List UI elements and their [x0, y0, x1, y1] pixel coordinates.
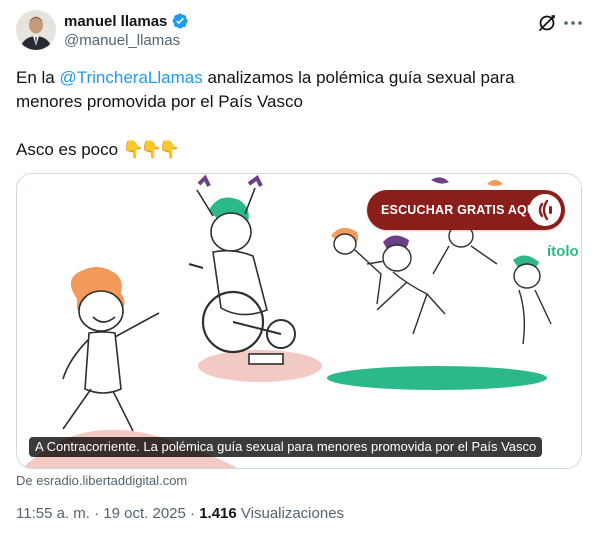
pointing-down-emoji-icon: 👇 [140, 140, 162, 159]
tweet-meta: 11:55 a. m. · 19 oct. 2025 · 1.416 Visua… [16, 505, 344, 522]
card-caption: A Contracorriente. La polémica guía sexu… [29, 437, 543, 457]
tweet-text-prefix: En la [16, 68, 60, 87]
author-handle[interactable]: @manuel_llamas [64, 32, 180, 49]
more-options-icon[interactable] [562, 12, 584, 34]
pointing-down-emoji-icon: 👇 [122, 140, 144, 159]
author-name[interactable]: manuel llamas [64, 13, 167, 30]
tweet-time[interactable]: 11:55 a. m. [16, 505, 90, 522]
grok-icon[interactable] [536, 12, 558, 34]
tweet-text-line2: menores promovida por el País Vasco [16, 92, 303, 111]
partial-logo-text: ítolo [547, 243, 579, 260]
views-count: 1.416 [199, 505, 237, 522]
tweet-date[interactable]: 19 oct. 2025 [103, 505, 186, 522]
meta-separator: · [190, 505, 196, 522]
tweet-text-line1: analizamos la polémica guía sexual para [202, 68, 515, 87]
audio-waves-icon [529, 194, 561, 226]
card-source-link[interactable]: De esradio.libertaddigital.com [16, 473, 187, 488]
verified-badge-icon [173, 13, 189, 29]
link-preview-card[interactable]: ítolo ESCUCHAR GRATIS AQUÍ A Contracorri… [16, 173, 582, 469]
listen-free-badge: ESCUCHAR GRATIS AQUÍ [367, 190, 565, 230]
listen-free-label: ESCUCHAR GRATIS AQUÍ [381, 203, 540, 217]
meta-separator: · [94, 505, 100, 522]
tweet-text-line3: Asco es poco [16, 140, 119, 159]
views-label: Visualizaciones [240, 505, 345, 522]
pointing-down-emoji-icon: 👇 [158, 140, 180, 159]
author-avatar[interactable] [16, 10, 56, 50]
tweet-text: En la @TrincheraLlamas analizamos la pol… [16, 66, 586, 162]
mention-link[interactable]: @TrincheraLlamas [59, 68, 202, 87]
